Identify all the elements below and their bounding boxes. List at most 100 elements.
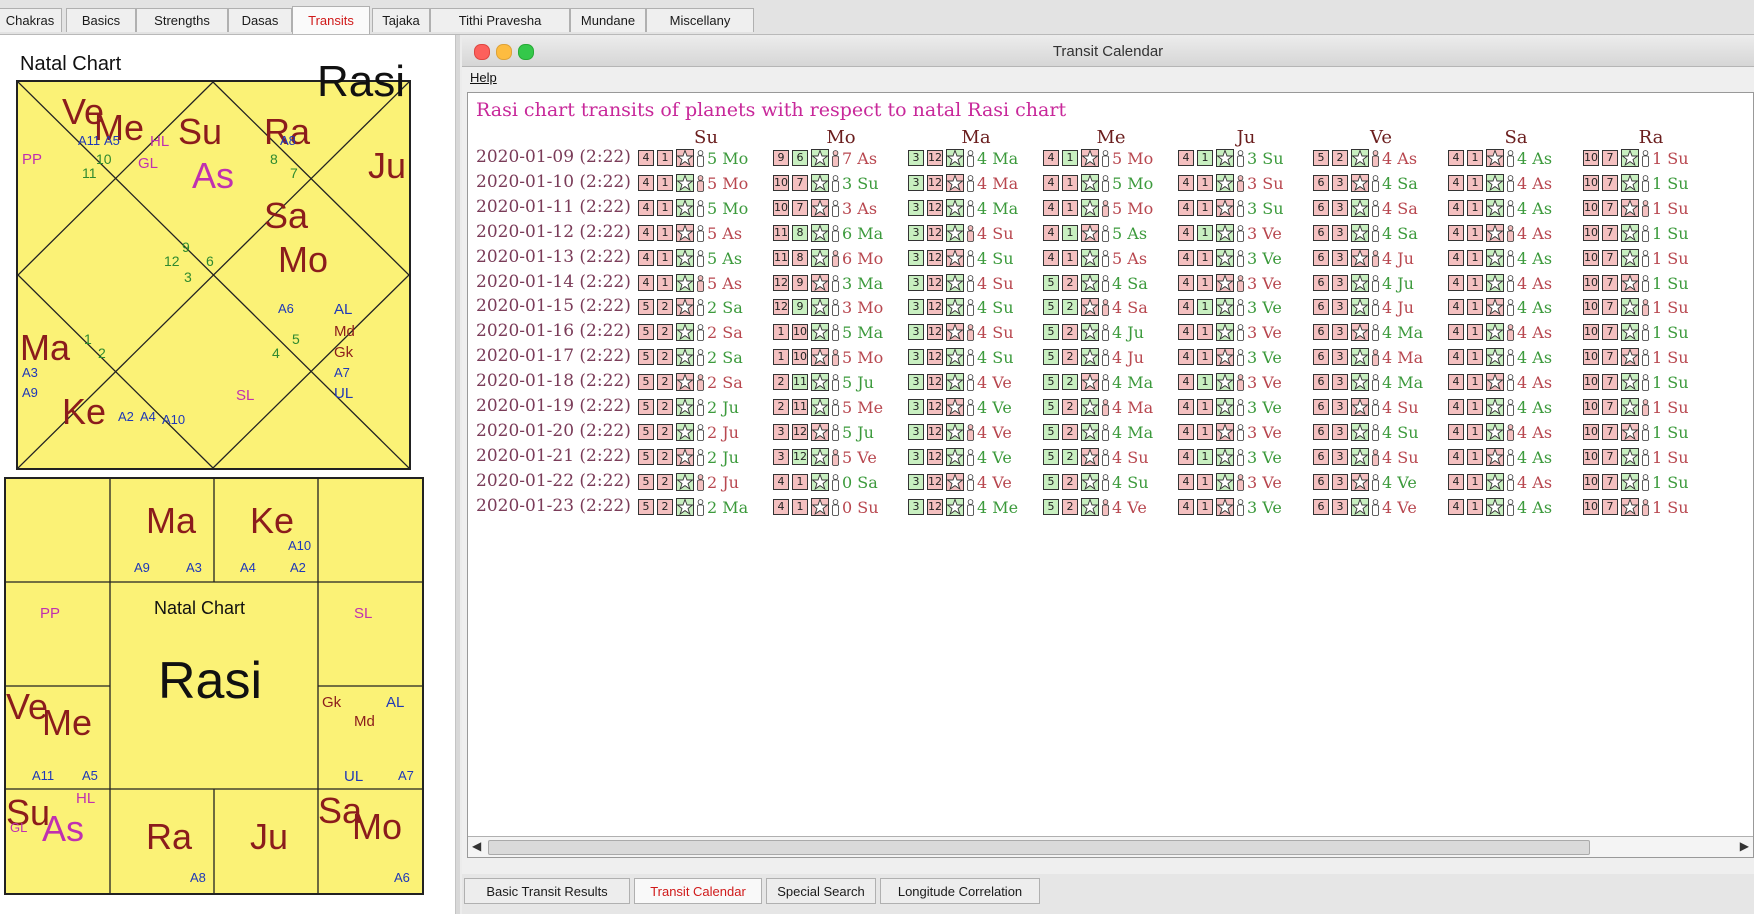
transit-cell[interactable]: 41 3 Ve (1178, 472, 1308, 493)
transit-cell[interactable]: 41 3 Ve (1178, 223, 1308, 244)
transit-cell[interactable]: 10 7 1 Su (1583, 223, 1713, 244)
transit-cell[interactable]: 41 3 Ve (1178, 273, 1308, 294)
scroll-right-arrow[interactable]: ▶ (1740, 839, 1749, 853)
help-menu[interactable]: Help (470, 70, 497, 85)
transit-cell[interactable]: 41 3 Ve (1178, 298, 1308, 318)
transit-cell[interactable]: 41 5 As (638, 223, 768, 244)
tab-chakras[interactable]: Chakras (0, 8, 62, 32)
tab-basics[interactable]: Basics (66, 8, 136, 32)
transit-cell[interactable]: 41 4 As (1448, 298, 1578, 318)
transit-cell[interactable]: 41 5 Mo (638, 149, 768, 169)
transit-cell[interactable]: 41 5 Mo (638, 198, 768, 219)
transit-cell[interactable]: 63 4 Ju (1313, 298, 1443, 318)
transit-cell[interactable]: 12 9 3 Ma (773, 273, 903, 294)
transit-cell[interactable]: 11 8 6 Ma (773, 223, 903, 244)
transit-cell[interactable]: 3 12 4 Ve (908, 398, 1038, 418)
transit-cell[interactable]: 10 7 1 Su (1583, 447, 1713, 468)
transit-cell[interactable]: 41 4 As (1448, 273, 1578, 294)
transit-cell[interactable]: 3 12 5 Ve (773, 447, 903, 468)
transit-cell[interactable]: 52 4 Ju (1043, 323, 1173, 343)
transit-cell[interactable]: 2 11 5 Me (773, 398, 903, 418)
window-titlebar[interactable]: Transit Calendar (462, 36, 1754, 67)
transit-cell[interactable]: 63 4 Sa (1313, 198, 1443, 219)
transit-cell[interactable]: 41 4 As (1448, 373, 1578, 393)
transit-cell[interactable]: 52 4 Su (1043, 472, 1173, 493)
transit-cell[interactable]: 52 2 Ju (638, 447, 768, 468)
transit-cell[interactable]: 41 3 Ve (1178, 373, 1308, 393)
transit-cell[interactable]: 41 4 As (1448, 248, 1578, 269)
tab-transits[interactable]: Transits (292, 6, 370, 34)
transit-cell[interactable]: 41 4 As (1448, 447, 1578, 468)
transit-cell[interactable]: 10 7 1 Su (1583, 198, 1713, 219)
transit-cell[interactable]: 41 3 Ve (1178, 398, 1308, 418)
transit-cell[interactable]: 41 5 As (1043, 223, 1173, 244)
panel-splitter[interactable] (455, 35, 460, 914)
transit-cell[interactable]: 41 4 As (1448, 497, 1578, 518)
transit-cell[interactable]: 63 4 Sa (1313, 223, 1443, 244)
transit-cell[interactable]: 63 4 Ju (1313, 248, 1443, 269)
tab-longitude-correlation[interactable]: Longitude Correlation (880, 878, 1040, 904)
transit-cell[interactable]: 52 4 Sa (1043, 298, 1173, 318)
transit-cell[interactable]: 3 12 4 Su (908, 273, 1038, 294)
tab-transit-calendar[interactable]: Transit Calendar (634, 878, 762, 904)
transit-cell[interactable]: 10 7 1 Su (1583, 472, 1713, 493)
transit-cell[interactable]: 1 10 5 Mo (773, 348, 903, 368)
scroll-thumb[interactable] (488, 840, 1590, 855)
transit-cell[interactable]: 41 3 Ve (1178, 348, 1308, 368)
transit-cell[interactable]: 3 12 4 Ma (908, 173, 1038, 194)
transit-cell[interactable]: 41 0 Sa (773, 472, 903, 493)
north-indian-chart[interactable]: Rasi Ve Me A11 A5 Su HL GL As Ra A8 Ju P… (16, 60, 411, 470)
scroll-left-arrow[interactable]: ◀ (472, 839, 481, 853)
transit-cell[interactable]: 3 12 4 Ve (908, 422, 1038, 443)
transit-cell[interactable]: 10 7 1 Su (1583, 497, 1713, 518)
transit-cell[interactable]: 96 7 As (773, 149, 903, 169)
transit-cell[interactable]: 41 4 As (1448, 398, 1578, 418)
transit-cell[interactable]: 3 12 4 Su (908, 348, 1038, 368)
tab-miscellany[interactable]: Miscellany (646, 8, 754, 32)
tab-basic-transit-results[interactable]: Basic Transit Results (464, 878, 630, 904)
transit-cell[interactable]: 3 12 4 Ve (908, 373, 1038, 393)
transit-cell[interactable]: 41 5 As (638, 273, 768, 294)
tab-dasas[interactable]: Dasas (228, 8, 292, 32)
transit-cell[interactable]: 63 4 Su (1313, 447, 1443, 468)
transit-cell[interactable]: 52 2 Sa (638, 348, 768, 368)
transit-cell[interactable]: 63 4 Ma (1313, 323, 1443, 343)
transit-cell[interactable]: 41 3 Ve (1178, 323, 1308, 343)
transit-cell[interactable]: 41 3 Su (1178, 173, 1308, 194)
transit-cell[interactable]: 1 10 5 Ma (773, 323, 903, 343)
transit-cell[interactable]: 3 12 4 Ve (908, 472, 1038, 493)
transit-cell[interactable]: 41 3 Ve (1178, 497, 1308, 518)
transit-cell[interactable]: 3 12 5 Ju (773, 422, 903, 443)
transit-cell[interactable]: 52 4 Ma (1043, 398, 1173, 418)
transit-cell[interactable]: 10 7 1 Su (1583, 248, 1713, 269)
transit-cell[interactable]: 52 2 Ma (638, 497, 768, 518)
transit-cell[interactable]: 41 4 As (1448, 223, 1578, 244)
transit-cell[interactable]: 52 4 Sa (1043, 273, 1173, 294)
transit-cell[interactable]: 10 7 1 Su (1583, 149, 1713, 169)
transit-cell[interactable]: 41 0 Su (773, 497, 903, 518)
tab-tajaka[interactable]: Tajaka (372, 8, 430, 32)
transit-cell[interactable]: 10 7 1 Su (1583, 373, 1713, 393)
transit-cell[interactable]: 3 12 4 Ma (908, 198, 1038, 219)
transit-cell[interactable]: 41 4 As (1448, 348, 1578, 368)
transit-cell[interactable]: 52 4 Ju (1043, 348, 1173, 368)
transit-cell[interactable]: 10 7 1 Su (1583, 398, 1713, 418)
transit-cell[interactable]: 41 3 Su (1178, 198, 1308, 219)
transit-cell[interactable]: 10 7 1 Su (1583, 273, 1713, 294)
transit-cell[interactable]: 63 4 Ve (1313, 497, 1443, 518)
tab-mundane[interactable]: Mundane (570, 8, 646, 32)
transit-cell[interactable]: 10 7 1 Su (1583, 298, 1713, 318)
transit-cell[interactable]: 41 3 Ve (1178, 248, 1308, 269)
transit-cell[interactable]: 63 4 Ma (1313, 348, 1443, 368)
transit-cell[interactable]: 10 7 1 Su (1583, 323, 1713, 343)
transit-cell[interactable]: 52 4 Su (1043, 447, 1173, 468)
transit-cell[interactable]: 52 4 Ma (1043, 422, 1173, 443)
transit-cell[interactable]: 52 2 Sa (638, 373, 768, 393)
transit-cell[interactable]: 41 5 Mo (1043, 173, 1173, 194)
transit-cell[interactable]: 63 4 Su (1313, 398, 1443, 418)
transit-cell[interactable]: 41 4 As (1448, 198, 1578, 219)
transit-cell[interactable]: 41 4 As (1448, 173, 1578, 194)
tab-special-search[interactable]: Special Search (766, 878, 876, 904)
tab-tithi-pravesha[interactable]: Tithi Pravesha (430, 8, 570, 32)
transit-cell[interactable]: 3 12 4 Me (908, 497, 1038, 518)
